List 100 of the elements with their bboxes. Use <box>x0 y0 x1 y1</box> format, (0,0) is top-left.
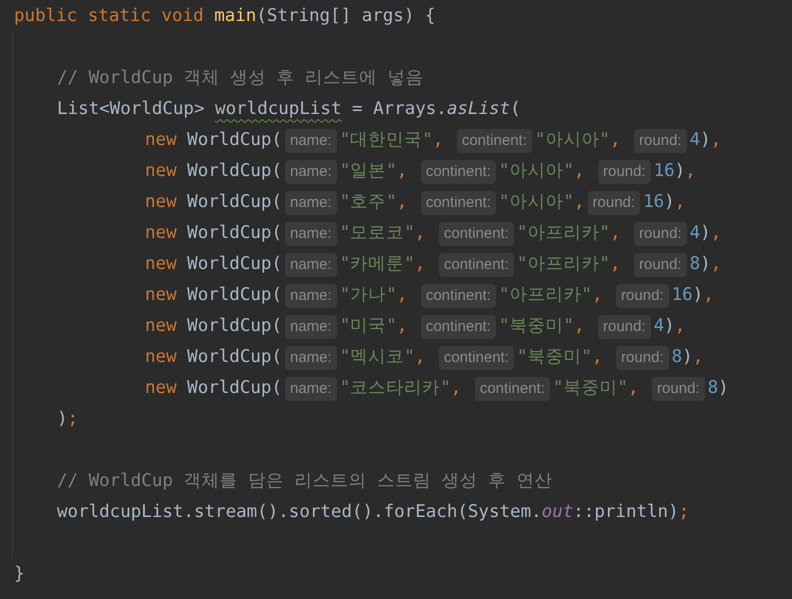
code-text: ) <box>700 129 711 152</box>
code-punctuation: , <box>703 284 714 308</box>
code-field: out <box>542 499 574 526</box>
code-string: "가나" <box>340 284 397 308</box>
code-punctuation: , <box>432 129 444 152</box>
code-string: "일본" <box>340 160 397 184</box>
code-keyword: new <box>145 315 178 338</box>
code-keyword: public static void <box>14 5 205 28</box>
parameter-hint: continent: <box>420 284 496 308</box>
code-punctuation: , <box>396 284 408 308</box>
code-number: 16 <box>643 191 664 214</box>
code-text: ) <box>57 408 68 432</box>
code-punctuation: , <box>685 160 696 184</box>
code-keyword: new <box>145 129 178 152</box>
code-keyword: new <box>145 191 178 214</box>
code-string: "카메룬" <box>340 253 415 276</box>
code-punctuation: , <box>710 129 722 152</box>
code-number: 8 <box>708 377 718 400</box>
code-number: 16 <box>654 160 675 184</box>
code-keyword: new <box>145 222 178 246</box>
code-text: ) <box>700 222 711 246</box>
code-punctuation: ; <box>678 501 690 524</box>
code-text: ) <box>674 160 686 184</box>
code-punctuation: , <box>710 222 722 246</box>
code-text: ) <box>664 315 675 338</box>
code-string: "아시아" <box>498 191 574 214</box>
code-text: WorldCup( <box>187 129 282 152</box>
code-text: ( <box>510 98 521 122</box>
code-text: ) <box>692 284 704 308</box>
code-punctuation: , <box>610 129 622 152</box>
code-string: "아프리카" <box>498 284 592 308</box>
code-punctuation: , <box>674 315 686 338</box>
parameter-hint: round: <box>616 346 669 370</box>
code-punctuation: , <box>592 284 604 308</box>
code-string: "미국" <box>340 315 397 338</box>
parameter-hint: name: <box>284 190 337 214</box>
code-string: "아시아" <box>534 129 610 152</box>
code-string: "호주" <box>340 191 397 214</box>
code-number: 8 <box>690 253 700 276</box>
code-method-name: asList <box>446 98 510 122</box>
code-text: WorldCup( <box>187 160 282 184</box>
code-text: ) <box>700 253 711 276</box>
code-punctuation: , <box>396 191 408 214</box>
code-text: ) <box>682 346 693 370</box>
code-number: 4 <box>654 315 664 338</box>
code-text: (String[] args) { <box>256 5 436 28</box>
parameter-hint: round: <box>652 376 705 400</box>
parameter-hint: name: <box>284 252 337 276</box>
code-number: 8 <box>672 346 682 370</box>
code-text: ) <box>664 191 675 214</box>
code-punctuation: , <box>396 160 408 184</box>
parameter-hint: name: <box>284 346 337 370</box>
code-text: = Arrays. <box>351 98 447 122</box>
code-punctuation: , <box>396 315 408 338</box>
code-string: "멕시코" <box>340 346 415 370</box>
code-punctuation: , <box>610 253 622 276</box>
code-text: worldcupList.stream().sorted().forEach(System. <box>57 501 542 524</box>
code-string: "북중미" <box>516 346 592 370</box>
parameter-hint: round: <box>598 314 651 338</box>
code-number: 16 <box>672 284 693 308</box>
code-string: "아시아" <box>498 160 574 184</box>
code-string: "대한민국" <box>340 129 433 152</box>
parameter-hint: name: <box>284 314 337 338</box>
parameter-hint: round: <box>588 190 640 214</box>
code-text: WorldCup( <box>187 222 282 246</box>
code-text: WorldCup( <box>187 315 282 338</box>
parameter-hint: continent: <box>438 252 514 276</box>
code-keyword: new <box>145 253 178 276</box>
code-punctuation: , <box>628 377 640 400</box>
parameter-hint: name: <box>284 128 337 152</box>
parameter-hint: name: <box>284 376 337 400</box>
code-number: 4 <box>690 129 700 152</box>
parameter-hint: continent: <box>420 190 496 214</box>
parameter-hint: name: <box>284 222 337 246</box>
parameter-hint: continent: <box>420 160 496 184</box>
code-method-name: main <box>214 5 256 28</box>
code-punctuation: , <box>574 191 585 214</box>
code-keyword: new <box>145 377 178 400</box>
code-keyword: new <box>145 160 178 184</box>
code-comment: // WorldCup 객체를 담은 리스트의 스트림 생성 후 연산 <box>57 470 553 494</box>
parameter-hint: round: <box>634 222 687 246</box>
code-punctuation: , <box>574 315 586 338</box>
parameter-hint: continent: <box>438 346 514 370</box>
code-punctuation: , <box>574 160 586 184</box>
code-punctuation: , <box>414 253 426 276</box>
code-punctuation: , <box>450 377 462 400</box>
code-punctuation: , <box>710 253 722 276</box>
code-string: "아프리카" <box>516 253 610 276</box>
code-text: WorldCup( <box>187 253 282 276</box>
code-string: "북중미" <box>498 315 574 338</box>
parameter-hint: round: <box>634 128 687 152</box>
code-text: WorldCup( <box>187 377 282 400</box>
code-keyword: new <box>145 284 178 308</box>
code-punctuation: , <box>610 222 622 246</box>
parameter-hint: round: <box>598 160 651 184</box>
parameter-hint: round: <box>634 252 687 276</box>
code-text: List<WorldCup> <box>57 98 206 122</box>
code-string: "아프리카" <box>516 222 610 246</box>
code-punctuation: , <box>692 346 704 370</box>
parameter-hint: continent: <box>420 314 496 338</box>
